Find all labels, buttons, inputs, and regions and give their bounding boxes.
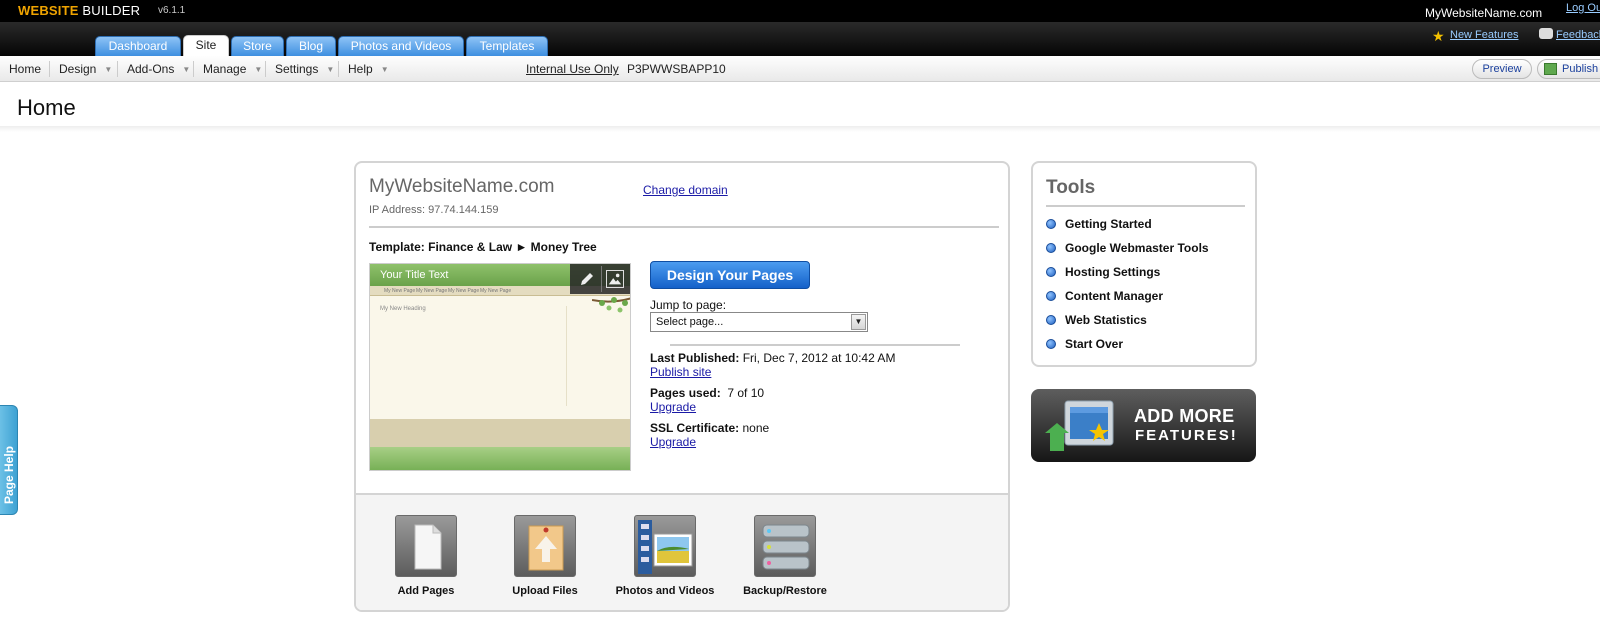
- template-name: Template: Finance & Law ► Money Tree: [369, 240, 597, 254]
- thumb-footer: [370, 419, 630, 447]
- ip-address: IP Address: 97.74.144.159: [369, 204, 499, 216]
- bullet-icon: [1046, 267, 1056, 277]
- toolbar-divider: [601, 266, 602, 292]
- tools-title: Tools: [1046, 177, 1096, 198]
- thumb-column: [566, 306, 567, 406]
- photos-videos-action[interactable]: Photos and Videos: [595, 515, 735, 597]
- top-bar: WEBSITE BUILDER v6.1.1 MyWebsiteName.com…: [0, 0, 1600, 22]
- thumb-footer-band: [370, 447, 630, 470]
- tab-dashboard[interactable]: Dashboard: [95, 36, 181, 56]
- thumb-heading: My New Heading: [380, 306, 426, 312]
- divider: [670, 344, 960, 346]
- feedback-link[interactable]: Feedback: [1556, 29, 1600, 41]
- logout-link[interactable]: Log Out: [1566, 2, 1600, 14]
- menu-separator: [338, 61, 339, 77]
- menu-help[interactable]: Help ▼: [348, 62, 389, 76]
- star-icon: ★: [1432, 28, 1445, 44]
- feedback-icon: [1539, 28, 1553, 39]
- tool-getting-started[interactable]: Getting Started: [1046, 217, 1152, 231]
- backup-restore-action[interactable]: Backup/Restore: [715, 515, 855, 597]
- chevron-down-icon: ▼: [326, 65, 335, 74]
- publish-icon: [1544, 63, 1557, 75]
- tool-hosting-settings[interactable]: Hosting Settings: [1046, 265, 1160, 279]
- chevron-down-icon: ▼: [182, 65, 191, 74]
- upload-files-action[interactable]: Upload Files: [475, 515, 615, 597]
- tool-web-statistics[interactable]: Web Statistics: [1046, 313, 1147, 327]
- upgrade-ssl-link[interactable]: Upgrade: [650, 435, 696, 449]
- account-site-name: MyWebsiteName.com: [1425, 6, 1543, 20]
- bullet-icon: [1046, 291, 1056, 301]
- site-domain: MyWebsiteName.com: [369, 176, 555, 197]
- add-features-icon: [1045, 400, 1114, 451]
- design-your-pages-button[interactable]: Design Your Pages: [650, 261, 810, 289]
- menu-design[interactable]: Design ▼: [59, 62, 112, 76]
- bullet-icon: [1046, 243, 1056, 253]
- jump-to-page-select[interactable]: Select page... ▼: [650, 312, 868, 332]
- tab-templates[interactable]: Templates: [466, 36, 548, 56]
- last-published: Last Published: Fri, Dec 7, 2012 at 10:4…: [650, 351, 896, 365]
- version-label: v6.1.1: [158, 5, 186, 16]
- page-title: Home: [17, 95, 76, 120]
- tab-photos-videos[interactable]: Photos and Videos: [338, 36, 464, 56]
- tools-panel: Tools Getting Started Google Webmaster T…: [1031, 161, 1257, 367]
- menu-separator: [117, 61, 118, 77]
- brand-logo: WEBSITE BUILDER: [18, 3, 141, 18]
- site-overview-card: MyWebsiteName.com Change domain IP Addre…: [354, 161, 1010, 612]
- change-domain-link[interactable]: Change domain: [643, 183, 728, 197]
- ssl-certificate: SSL Certificate: none: [650, 421, 770, 435]
- tree-branch-icon: [592, 297, 630, 313]
- tab-bar: Dashboard Site Store Blog Photos and Vid…: [0, 22, 1600, 56]
- menu-add-ons[interactable]: Add-Ons ▼: [127, 62, 190, 76]
- publish-site-link[interactable]: Publish site: [650, 365, 711, 379]
- jump-to-page-label: Jump to page:: [650, 298, 727, 312]
- quick-actions: Add Pages Upload Files Photos and Videos…: [356, 493, 1008, 610]
- page-icon: [395, 515, 457, 577]
- internal-use-link[interactable]: Internal Use Only: [526, 62, 619, 76]
- bullet-icon: [1046, 339, 1056, 349]
- server-label: P3PWWSBAPP10: [627, 62, 726, 76]
- menu-separator: [193, 61, 194, 77]
- bullet-icon: [1046, 219, 1056, 229]
- tool-content-manager[interactable]: Content Manager: [1046, 289, 1163, 303]
- image-icon[interactable]: [606, 270, 624, 288]
- thumb-toolbar: [570, 264, 630, 294]
- new-features-link[interactable]: New Features: [1450, 29, 1518, 41]
- chevron-down-icon: ▼: [851, 314, 866, 330]
- pencil-icon[interactable]: [578, 270, 596, 288]
- divider: [369, 226, 999, 228]
- server-icon: [754, 515, 816, 577]
- menu-home[interactable]: Home: [9, 62, 41, 76]
- tab-site[interactable]: Site: [183, 35, 229, 56]
- menu-separator: [49, 61, 50, 77]
- tab-blog[interactable]: Blog: [286, 36, 336, 56]
- chevron-down-icon: ▼: [254, 65, 263, 74]
- upload-icon: [514, 515, 576, 577]
- divider: [1046, 205, 1245, 207]
- chevron-down-icon: ▼: [380, 65, 389, 74]
- chevron-down-icon: ▼: [104, 65, 113, 74]
- menu-separator: [265, 61, 266, 77]
- title-divider: [0, 126, 1600, 132]
- promo-line-2: FEATURES!: [1135, 427, 1238, 444]
- tool-start-over[interactable]: Start Over: [1046, 337, 1123, 351]
- tool-google-webmaster[interactable]: Google Webmaster Tools: [1046, 241, 1209, 255]
- upgrade-pages-link[interactable]: Upgrade: [650, 400, 696, 414]
- bullet-icon: [1046, 315, 1056, 325]
- add-more-features-banner[interactable]: ADD MORE FEATURES!: [1031, 389, 1256, 462]
- menu-settings[interactable]: Settings ▼: [275, 62, 334, 76]
- page-help-tab[interactable]: ▶ Page Help: [0, 405, 49, 515]
- preview-button[interactable]: Preview: [1472, 59, 1532, 79]
- promo-line-1: ADD MORE: [1134, 406, 1235, 426]
- menu-manage[interactable]: Manage ▼: [203, 62, 262, 76]
- chevron-right-icon: ▶: [39, 415, 49, 422]
- tab-store[interactable]: Store: [231, 36, 284, 56]
- template-thumbnail[interactable]: Your Title Text My New Page My New Page …: [369, 263, 631, 471]
- publish-button[interactable]: Publish: [1537, 59, 1600, 79]
- film-icon: [634, 515, 696, 577]
- menu-bar: Home Design ▼ Add-Ons ▼ Manage ▼ Settings ▼ …: [0, 56, 1600, 82]
- pages-used: Pages used: 7 of 10: [650, 386, 765, 400]
